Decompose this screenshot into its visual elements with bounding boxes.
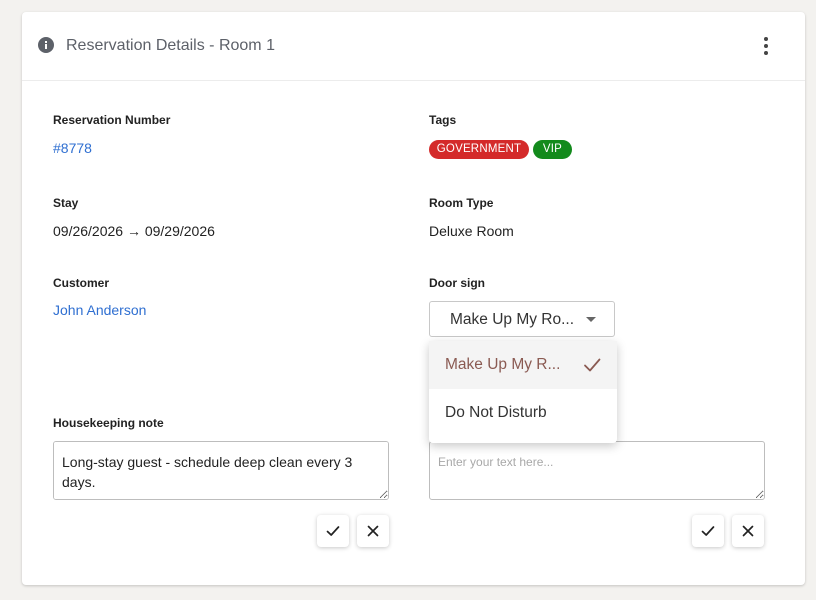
kebab-menu-icon[interactable] [755,32,777,60]
check-icon [326,526,340,536]
housekeeping-note-textarea[interactable] [53,441,389,500]
second-note-confirm-button[interactable] [692,515,724,547]
caret-down-icon [586,317,596,322]
card-header: Reservation Details - Room 1 [22,12,805,81]
door-sign-option-do-not-disturb[interactable]: Do Not Disturb [429,389,617,437]
card-title: Reservation Details - Room 1 [66,37,275,54]
close-icon [742,525,754,537]
room-type-value: Deluxe Room [429,223,514,239]
check-icon [584,358,601,372]
tag-government: GOVERNMENT [429,140,529,159]
housekeeping-cancel-button[interactable] [357,515,389,547]
reservation-details-card: Reservation Details - Room 1 Reservation… [22,12,805,585]
tags-label: Tags [429,113,457,127]
check-icon [701,526,715,536]
option-label: Do Not Disturb [445,404,547,421]
reservation-number-label: Reservation Number [53,113,171,127]
door-sign-select[interactable]: Make Up My Ro... [429,301,615,337]
info-icon [38,37,54,53]
stay-label: Stay [53,196,79,210]
room-type-label: Room Type [429,196,494,210]
door-sign-label: Door sign [429,276,485,290]
customer-link[interactable]: John Anderson [53,301,146,319]
second-note-textarea[interactable] [429,441,765,500]
stay-dates: 09/26/2026 → 09/29/2026 [53,223,215,239]
customer-label: Customer [53,276,110,290]
door-sign-option-make-up-room[interactable]: Make Up My R... [429,341,617,389]
door-sign-menu: Make Up My R... Do Not Disturb [429,341,617,443]
option-label: Make Up My R... [445,356,561,373]
housekeeping-note-label: Housekeeping note [53,416,164,430]
reservation-number-link[interactable]: #8778 [53,139,92,157]
second-note-cancel-button[interactable] [732,515,764,547]
door-sign-selected-value: Make Up My Ro... [450,311,575,328]
tag-vip: VIP [533,140,572,159]
close-icon [367,525,379,537]
housekeeping-confirm-button[interactable] [317,515,349,547]
